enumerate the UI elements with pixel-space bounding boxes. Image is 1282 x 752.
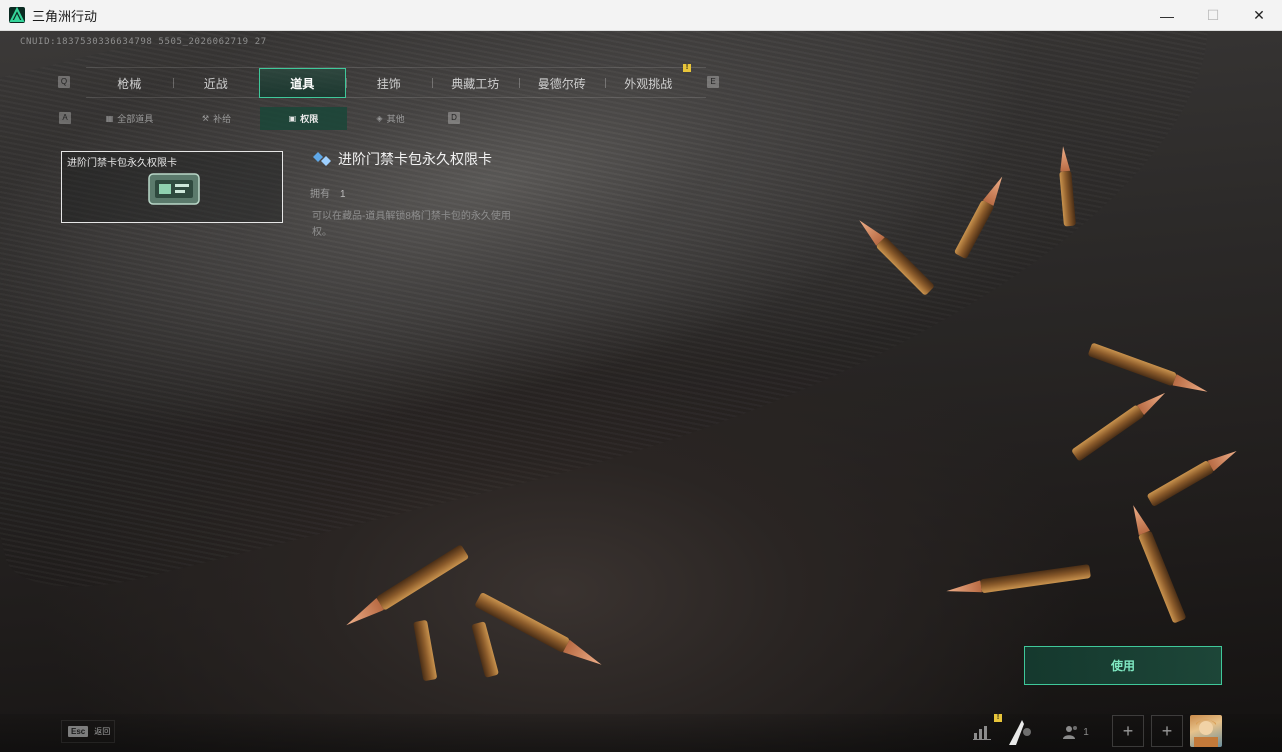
- subtab-permission-label: 权限: [300, 114, 319, 124]
- bullet: [859, 220, 934, 295]
- game-scene: CNUID:1837530336634798 5505_2026062719 2…: [0, 31, 1282, 752]
- friends-count: 1: [1083, 726, 1089, 738]
- event-icon[interactable]: [1004, 718, 1034, 746]
- tab-firearms[interactable]: 枪械: [86, 68, 173, 98]
- maximize-button[interactable]: ☐: [1190, 0, 1236, 31]
- item-card-title: 进阶门禁卡包永久权限卡: [67, 158, 177, 169]
- bullet: [1147, 451, 1237, 506]
- other-icon: ◈: [376, 114, 383, 123]
- sub-tabs: ▦ 全部道具 ⚒ 补给 ▣ 权限 ◈ 其他: [86, 107, 434, 130]
- subtab-other[interactable]: ◈ 其他: [347, 107, 434, 130]
- background-bullets: [346, 146, 1237, 681]
- back-label: 返回: [94, 727, 111, 736]
- tab-mandel-brick[interactable]: 曼德尔砖: [518, 68, 606, 98]
- stats-icon[interactable]: [968, 720, 996, 744]
- friends-button[interactable]: 1: [1058, 720, 1094, 744]
- supply-icon: ⚒: [201, 114, 210, 123]
- item-card-advanced-keycard[interactable]: 进阶门禁卡包永久权限卡: [61, 151, 283, 223]
- esc-key: Esc: [68, 726, 89, 737]
- diamond-rarity-icon: [313, 152, 331, 166]
- subtab-supply[interactable]: ⚒ 补给: [173, 107, 260, 130]
- detail-header: 进阶门禁卡包永久权限卡: [312, 149, 492, 169]
- bullet: [1133, 505, 1186, 623]
- plus-icon: +: [1161, 720, 1173, 741]
- key-hint-q: Q: [58, 76, 70, 88]
- tab-appearance-challenge[interactable]: 外观挑战: [605, 68, 692, 98]
- keycard-icon: [148, 173, 200, 205]
- tab-charms[interactable]: 挂饰: [345, 68, 433, 98]
- grid-icon: ▦: [105, 114, 114, 123]
- cnuid-label: CNUID:1837530336634798 5505_2026062719 2…: [20, 37, 267, 47]
- tab-melee[interactable]: 近战: [172, 68, 260, 98]
- keycard-small-icon: ▣: [288, 114, 297, 123]
- bullet: [954, 176, 1003, 259]
- owned-label: 拥有: [310, 189, 330, 200]
- key-hint-a: A: [59, 112, 71, 124]
- bullet: [413, 620, 437, 681]
- window-titlebar: 三角洲行动 — ☐ ✕: [0, 0, 1282, 31]
- window-controls: — ☐ ✕: [1144, 0, 1282, 31]
- bullet: [1059, 146, 1076, 227]
- subtab-all-items-label: 全部道具: [117, 114, 154, 124]
- owned-value: 1: [340, 189, 346, 200]
- app-logo-icon: [9, 7, 25, 23]
- minimize-button[interactable]: —: [1144, 0, 1190, 31]
- bullet: [471, 621, 499, 678]
- invite-slot-button[interactable]: +: [1112, 715, 1144, 747]
- main-tabs: 枪械 近战 道具 挂饰 典藏工坊 曼德尔砖 外观挑战: [86, 67, 706, 98]
- tab-items[interactable]: 道具: [259, 68, 346, 98]
- subtab-permission[interactable]: ▣ 权限: [260, 107, 347, 130]
- use-button[interactable]: 使用: [1024, 646, 1222, 685]
- bottom-bar: Esc 返回 ! 1 + +: [0, 714, 1282, 752]
- back-button[interactable]: Esc 返回: [61, 720, 115, 743]
- bullet: [1088, 343, 1208, 392]
- subtab-supply-label: 补给: [213, 114, 232, 124]
- invite-slot-button[interactable]: +: [1151, 715, 1183, 747]
- subtab-all-items[interactable]: ▦ 全部道具: [86, 107, 173, 130]
- notification-badge: !: [683, 64, 691, 72]
- bullet: [346, 545, 469, 626]
- bullet: [946, 564, 1091, 593]
- item-description: 可以在藏品-道具解锁8格门禁卡包的永久使用权。: [312, 211, 511, 238]
- key-hint-e: E: [707, 76, 719, 88]
- bullet: [1072, 392, 1166, 461]
- notification-badge: !: [994, 714, 1002, 722]
- window-title: 三角洲行动: [32, 8, 98, 24]
- tab-collection-workshop[interactable]: 典藏工坊: [432, 68, 519, 98]
- avatar[interactable]: [1190, 715, 1222, 747]
- subtab-other-label: 其他: [386, 114, 405, 124]
- plus-icon: +: [1122, 720, 1134, 741]
- key-hint-d: D: [448, 112, 460, 124]
- close-button[interactable]: ✕: [1236, 0, 1282, 31]
- detail-title: 进阶门禁卡包永久权限卡: [338, 151, 492, 167]
- owned-row: 拥有 1: [310, 185, 346, 200]
- friends-icon: [1063, 726, 1078, 739]
